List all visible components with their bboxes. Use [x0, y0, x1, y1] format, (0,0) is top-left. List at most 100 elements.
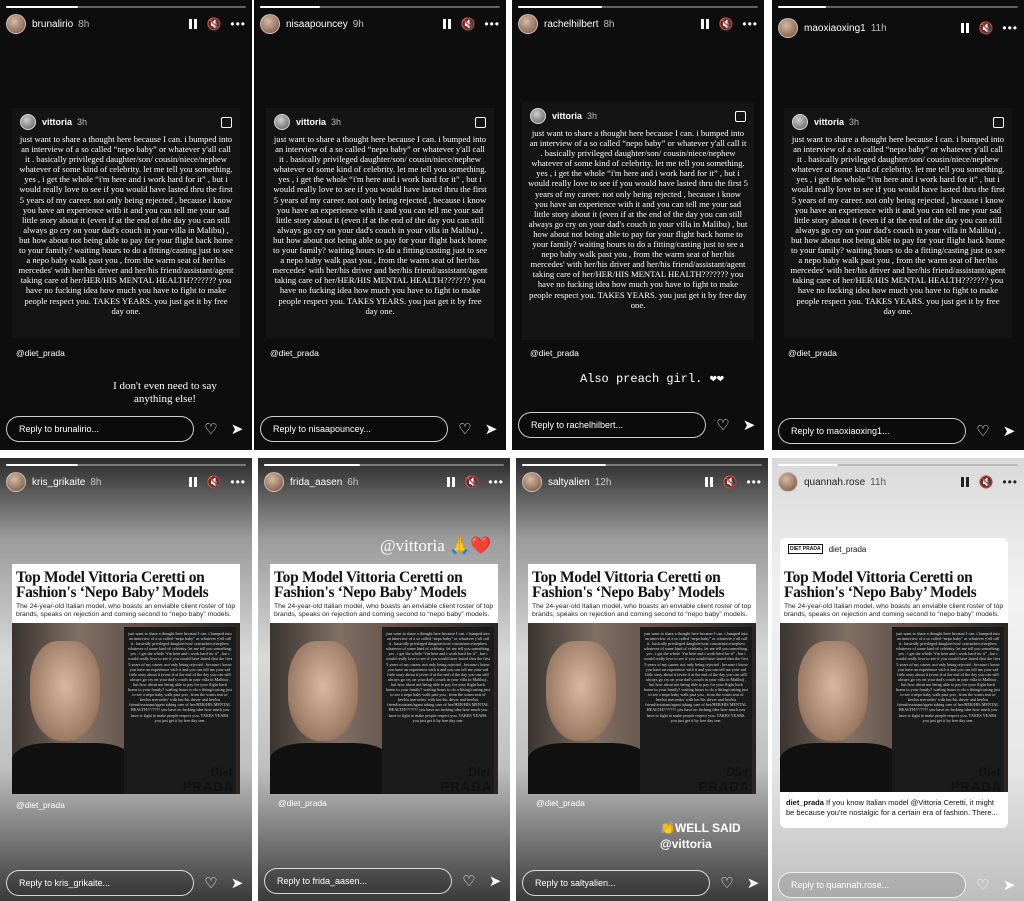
more-dots-icon[interactable]: ••• — [742, 17, 758, 31]
more-dots-icon[interactable]: ••• — [746, 475, 762, 489]
article-card[interactable]: Top Model Vittoria Ceretti on Fashion's … — [528, 564, 756, 794]
reply-input[interactable]: Reply to quannah.rose... — [778, 872, 966, 898]
inset-story-text: just want to share a thought here becaus… — [896, 631, 1000, 723]
speaker-muted-icon[interactable]: 🔇 — [460, 17, 475, 31]
heart-outline-icon[interactable]: ♡ — [202, 874, 220, 892]
pause-icon[interactable] — [189, 477, 198, 487]
send-paper-plane-icon[interactable]: ➤ — [228, 420, 246, 438]
avatar — [530, 108, 546, 124]
username[interactable]: maoxiaoxing1 — [804, 23, 866, 34]
heart-outline-icon[interactable]: ♡ — [974, 876, 992, 894]
article-subhead: The 24-year-old Italian model, who boast… — [274, 603, 494, 618]
username[interactable]: quannah.rose — [804, 477, 865, 488]
reply-input[interactable]: Reply to brunalirio... — [6, 416, 194, 442]
send-paper-plane-icon[interactable]: ➤ — [1000, 876, 1018, 894]
pause-icon[interactable] — [961, 23, 970, 33]
heart-outline-icon[interactable]: ♡ — [202, 420, 220, 438]
reposted-text: just want to share a thought here becaus… — [790, 134, 1006, 316]
pause-icon[interactable] — [447, 477, 456, 487]
avatar[interactable] — [518, 14, 538, 34]
article-card[interactable]: Top Model Vittoria Ceretti on Fashion's … — [12, 564, 240, 794]
speaker-muted-icon[interactable]: 🔇 — [464, 475, 479, 489]
username[interactable]: saltyalien — [548, 477, 590, 488]
speaker-muted-icon[interactable]: 🔇 — [718, 17, 733, 31]
caption-line: 👏WELL SAID — [660, 821, 741, 835]
mention-sticker[interactable]: @vittoria 🙏❤️ — [380, 536, 491, 556]
credit-label: @diet_prada — [16, 800, 65, 810]
inset-story-text: just want to share a thought here becaus… — [644, 631, 748, 723]
avatar[interactable] — [778, 18, 798, 38]
reply-input[interactable]: Reply to maoxiaoxing1... — [778, 418, 966, 444]
heart-outline-icon[interactable]: ♡ — [714, 416, 732, 434]
username[interactable]: brunalirio — [32, 19, 73, 30]
pause-icon[interactable] — [961, 477, 970, 487]
reply-input[interactable]: Reply to kris_grikaite... — [6, 870, 194, 896]
pause-icon[interactable] — [443, 19, 452, 29]
heart-outline-icon[interactable]: ♡ — [460, 872, 478, 890]
more-dots-icon[interactable]: ••• — [230, 475, 246, 489]
reply-input[interactable]: Reply to rachelhilbert... — [518, 412, 706, 438]
avatar[interactable] — [6, 14, 26, 34]
article-headline: Top Model Vittoria Ceretti on Fashion's … — [784, 569, 977, 601]
reposted-time: 3h — [77, 117, 88, 127]
more-dots-icon[interactable]: ••• — [1002, 21, 1018, 35]
story-panel: kris_grikaite 8h 🔇 ••• Top Model Vittori… — [0, 458, 252, 901]
heart-outline-icon[interactable]: ♡ — [718, 874, 736, 892]
speaker-muted-icon[interactable]: 🔇 — [722, 475, 737, 489]
send-paper-plane-icon[interactable]: ➤ — [482, 420, 500, 438]
avatar[interactable] — [260, 14, 280, 34]
send-paper-plane-icon[interactable]: ➤ — [228, 874, 246, 892]
reposted-time: 3h — [587, 111, 598, 121]
speaker-muted-icon[interactable]: 🔇 — [206, 475, 221, 489]
username[interactable]: rachelhilbert — [544, 19, 598, 30]
pause-icon[interactable] — [701, 19, 710, 29]
story-header: kris_grikaite 8h 🔇 ••• — [6, 470, 246, 494]
story-panel: quannah.rose 11h 🔇 ••• DIET PRADA diet_pr… — [772, 458, 1024, 901]
repost-card[interactable]: DIET PRADA diet_prada Top Model Vittoria … — [780, 538, 1008, 828]
more-dots-icon[interactable]: ••• — [484, 17, 500, 31]
avatar[interactable] — [264, 472, 284, 492]
reply-input[interactable]: Reply to frida_aasen... — [264, 868, 452, 894]
heart-outline-icon[interactable]: ♡ — [974, 422, 992, 440]
send-paper-plane-icon[interactable]: ➤ — [744, 874, 762, 892]
more-dots-icon[interactable]: ••• — [230, 17, 246, 31]
timestamp: 11h — [870, 22, 887, 34]
more-dots-icon[interactable]: ••• — [488, 475, 504, 489]
reposted-username: vittoria — [814, 117, 845, 127]
username[interactable]: frida_aasen — [290, 477, 342, 488]
timestamp: 9h — [352, 18, 364, 30]
reply-input[interactable]: Reply to nisaapouncey... — [260, 416, 448, 442]
article-card[interactable]: Top Model Vittoria Ceretti on Fashion's … — [270, 564, 498, 794]
mute-icon — [221, 116, 232, 128]
mention-link[interactable]: @vittoria — [660, 836, 741, 852]
reply-input[interactable]: Reply to saltyalien... — [522, 870, 710, 896]
avatar[interactable] — [778, 472, 798, 492]
pause-icon[interactable] — [705, 477, 714, 487]
username[interactable]: kris_grikaite — [32, 477, 85, 488]
reposted-time: 3h — [331, 117, 342, 127]
speaker-muted-icon[interactable]: 🔇 — [978, 21, 993, 35]
avatar[interactable] — [522, 472, 542, 492]
repost-account[interactable]: diet_prada — [829, 545, 867, 554]
heart-outline-icon[interactable]: ♡ — [456, 420, 474, 438]
speaker-muted-icon[interactable]: 🔇 — [206, 17, 221, 31]
avatar[interactable] — [6, 472, 26, 492]
brand-logo: PRADA — [698, 779, 750, 794]
credit-label: @diet_prada — [530, 348, 579, 358]
speaker-muted-icon[interactable]: 🔇 — [978, 475, 993, 489]
brand-logo: PRADA — [182, 779, 234, 794]
send-paper-plane-icon[interactable]: ➤ — [486, 872, 504, 890]
mute-icon — [735, 110, 746, 122]
credit-label: @diet_prada — [16, 348, 65, 358]
mute-icon — [993, 116, 1004, 128]
send-paper-plane-icon[interactable]: ➤ — [1000, 422, 1018, 440]
article-subhead: The 24-year-old Italian model, who boast… — [532, 603, 752, 618]
article-photo: just want to share a thought here becaus… — [12, 623, 240, 794]
pause-icon[interactable] — [189, 19, 198, 29]
more-dots-icon[interactable]: ••• — [1002, 475, 1018, 489]
username[interactable]: nisaapouncey — [286, 19, 348, 30]
timestamp: 8h — [603, 18, 615, 30]
reposted-text: just want to share a thought here becaus… — [528, 128, 748, 310]
caption-sticker[interactable]: 👏WELL SAID @vittoria — [660, 820, 741, 852]
send-paper-plane-icon[interactable]: ➤ — [740, 416, 758, 434]
